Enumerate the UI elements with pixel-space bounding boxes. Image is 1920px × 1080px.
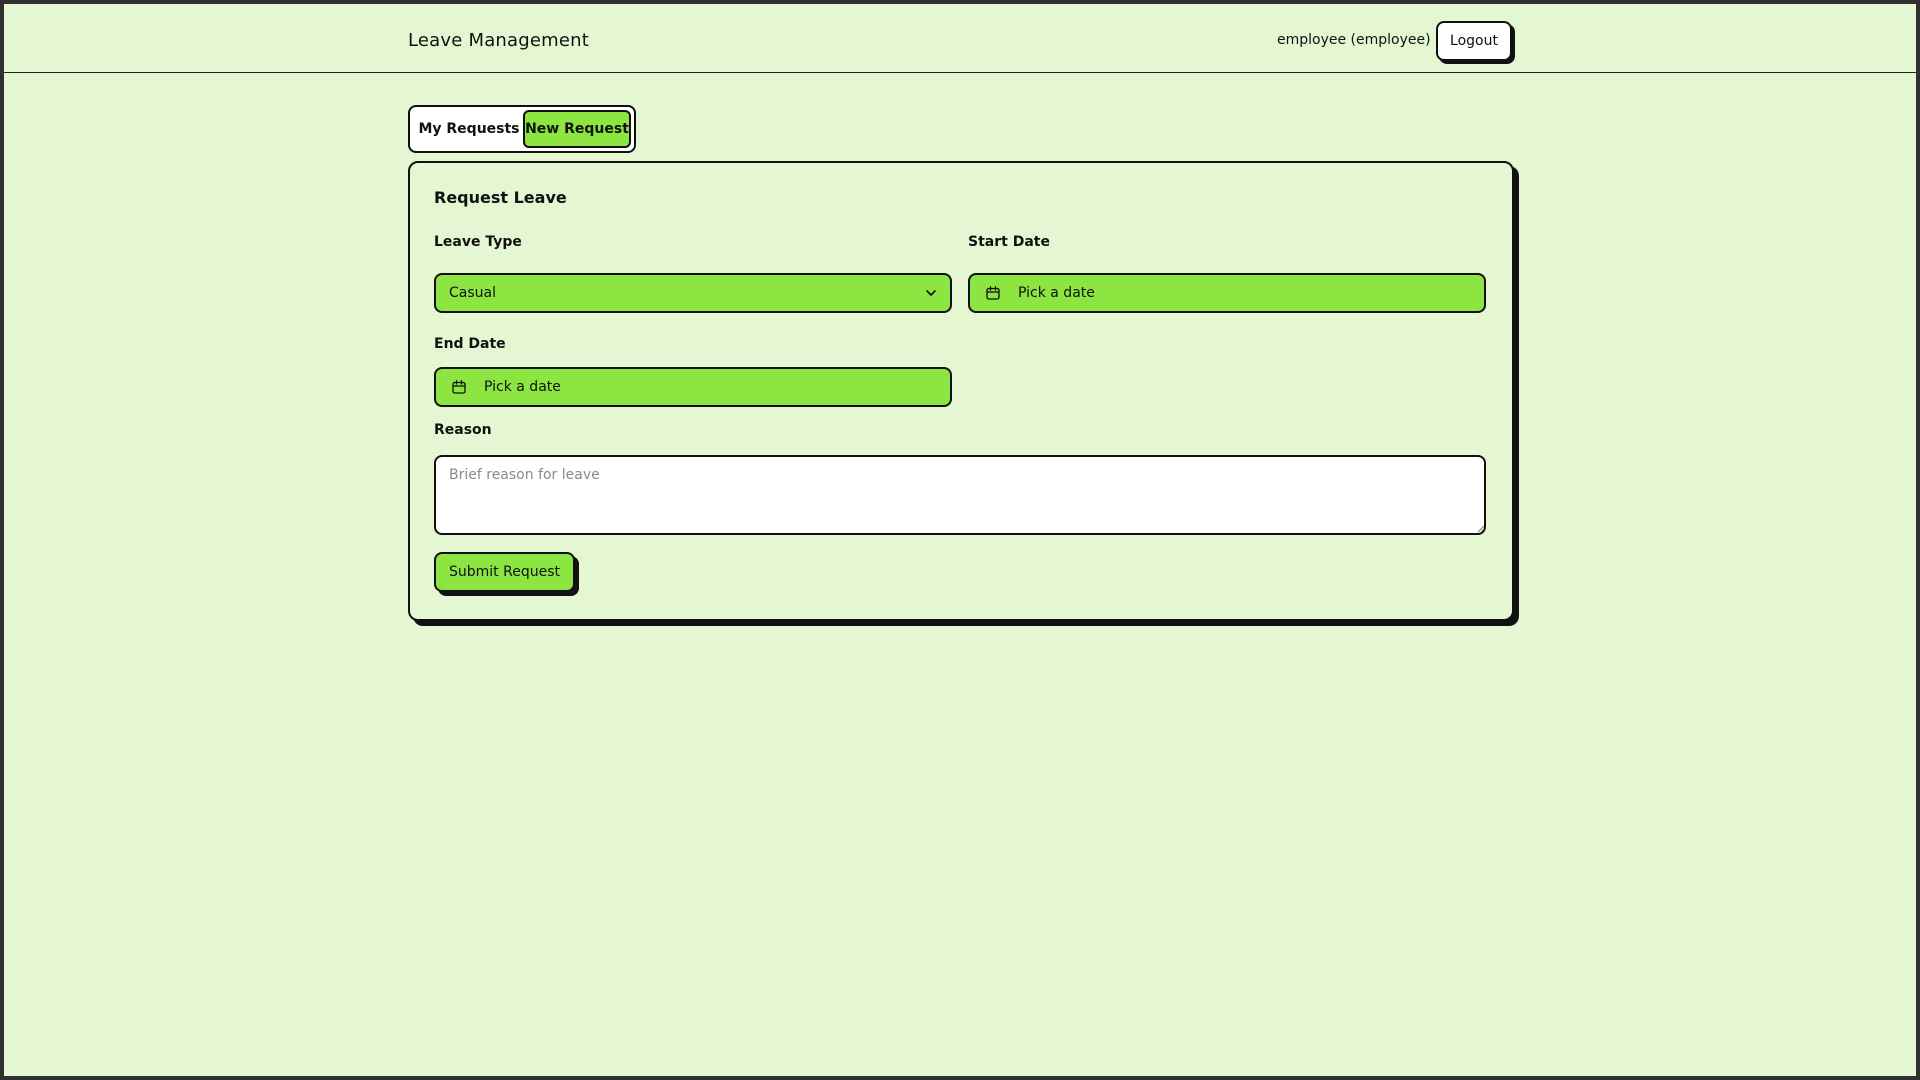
calendar-icon bbox=[986, 286, 1000, 300]
start-date-picker[interactable]: Pick a date bbox=[968, 273, 1486, 313]
reason-textarea[interactable] bbox=[434, 455, 1486, 535]
card-title: Request Leave bbox=[434, 188, 567, 207]
top-navbar: Leave Management employee (employee) Log… bbox=[4, 4, 1916, 73]
tab-list: My Requests New Request bbox=[408, 105, 636, 153]
request-leave-card: Request Leave Leave Type Casual Start Da… bbox=[408, 161, 1514, 621]
calendar-icon bbox=[452, 380, 466, 394]
end-date-value: Pick a date bbox=[484, 379, 561, 395]
chevron-down-icon bbox=[926, 290, 936, 296]
app-window: Leave Management employee (employee) Log… bbox=[4, 4, 1916, 1076]
end-date-picker[interactable]: Pick a date bbox=[434, 367, 952, 407]
leave-type-label: Leave Type bbox=[434, 234, 522, 250]
reason-label: Reason bbox=[434, 422, 492, 438]
app-title: Leave Management bbox=[408, 30, 590, 51]
tab-new-request[interactable]: New Request bbox=[523, 110, 631, 148]
submit-request-button[interactable]: Submit Request bbox=[434, 552, 575, 592]
end-date-label: End Date bbox=[434, 336, 506, 352]
tab-my-requests[interactable]: My Requests bbox=[417, 110, 521, 148]
user-label: employee (employee) bbox=[1277, 32, 1431, 48]
start-date-value: Pick a date bbox=[1018, 285, 1095, 301]
leave-type-value: Casual bbox=[449, 285, 496, 301]
logout-button[interactable]: Logout bbox=[1436, 21, 1512, 61]
leave-type-select[interactable]: Casual bbox=[434, 273, 952, 313]
resize-grip-icon[interactable] bbox=[1477, 525, 1485, 533]
start-date-label: Start Date bbox=[968, 234, 1050, 250]
